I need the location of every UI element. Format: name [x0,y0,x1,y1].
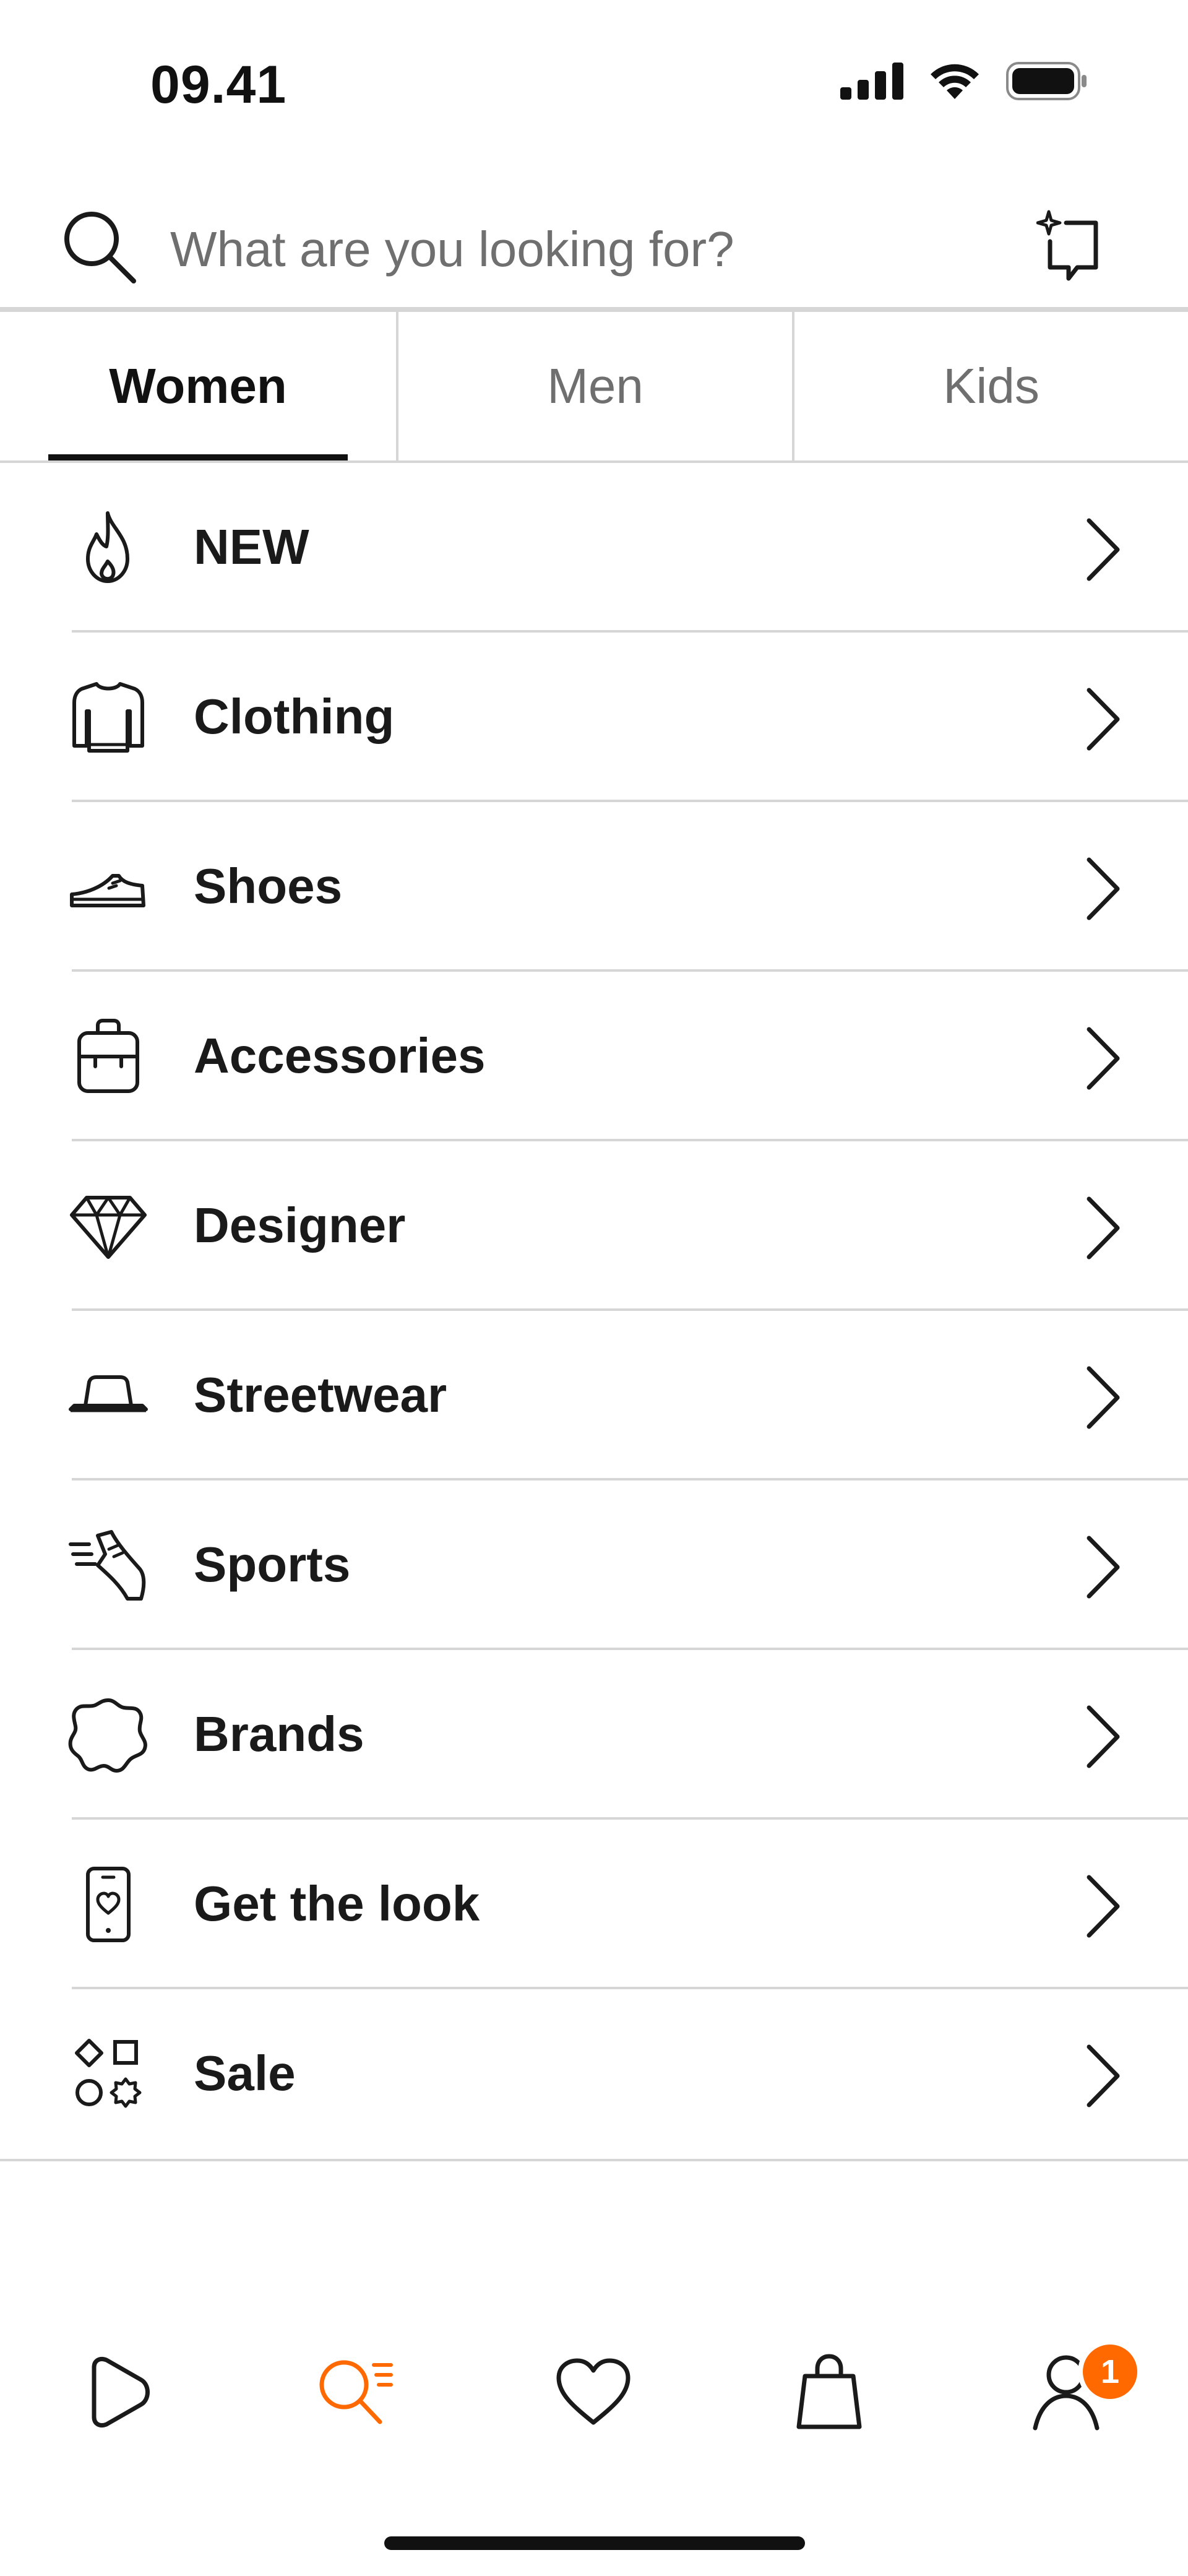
wifi-icon [928,62,981,100]
bottom-nav: 1 [0,2340,1188,2470]
category-label: Brands [194,1706,364,1761]
cellular-signal-icon [840,63,903,100]
category-item-brands[interactable]: Brands [0,1650,1188,1820]
nav-bag[interactable] [783,2346,876,2439]
diamond-icon [68,1188,148,1264]
search-icon[interactable] [61,208,137,288]
battery-icon [1006,62,1088,100]
chevron-right-icon [1080,1533,1124,1604]
chevron-right-icon [1080,1194,1124,1265]
chevron-right-icon [1080,1872,1124,1943]
chevron-right-icon [1080,1364,1124,1435]
category-item-sale[interactable]: Sale [0,1989,1188,2159]
play-icon [79,2355,153,2429]
category-item-streetwear[interactable]: Streetwear [0,1311,1188,1480]
category-label: Streetwear [194,1367,447,1422]
notification-badge: 1 [1078,2340,1142,2404]
shapes-icon [68,2036,148,2112]
nav-discover[interactable] [70,2346,163,2439]
chevron-right-icon [1080,516,1124,587]
sneaker-icon [68,849,148,925]
category-item-sports[interactable]: Sports [0,1480,1188,1650]
phone-heart-icon [68,1866,148,1943]
category-label: Sale [194,2046,296,2101]
category-item-clothing[interactable]: Clothing [0,633,1188,802]
home-indicator[interactable] [384,2536,805,2550]
flame-icon [68,509,148,586]
heart-icon [555,2357,632,2427]
bucket-hat-icon [68,1357,148,1434]
category-item-new[interactable]: NEW [0,463,1188,633]
running-shoe-icon [68,1527,148,1604]
nav-wishlist[interactable] [547,2346,640,2439]
category-list: NEW Clothing Shoes Accessories Designer … [0,463,1188,2161]
category-label: NEW [194,519,309,574]
nav-categories[interactable] [308,2346,401,2439]
category-item-get-the-look[interactable]: Get the look [0,1820,1188,1989]
chevron-right-icon [1080,2042,1124,2113]
tab-men[interactable]: Men [396,312,792,460]
category-label: Get the look [194,1876,480,1931]
tab-women[interactable]: Women [0,312,396,460]
nav-profile[interactable]: 1 [1021,2340,1142,2439]
chevron-right-icon [1080,855,1124,926]
category-item-designer[interactable]: Designer [0,1141,1188,1311]
category-item-shoes[interactable]: Shoes [0,802,1188,972]
search-input[interactable] [170,215,975,283]
backpack-icon [68,1018,148,1095]
badge-icon [68,1696,148,1773]
tab-kids[interactable]: Kids [792,312,1188,460]
sweater-icon [68,679,148,756]
status-icons [840,62,1088,100]
search-bar [0,186,1188,312]
category-label: Shoes [194,858,343,914]
category-item-accessories[interactable]: Accessories [0,972,1188,1141]
chevron-right-icon [1080,685,1124,756]
gender-tabs: Women Men Kids [0,312,1188,463]
status-time: 09.41 [150,55,287,115]
search-list-icon [314,2355,395,2429]
category-label: Accessories [194,1028,486,1083]
category-label: Clothing [194,689,395,744]
ai-search-icon[interactable] [1036,209,1104,287]
chevron-right-icon [1080,1703,1124,1774]
status-bar: 09.41 [0,0,1188,167]
shopping-bag-icon [795,2354,863,2431]
chevron-right-icon [1080,1024,1124,1096]
category-label: Designer [194,1198,406,1253]
category-label: Sports [194,1537,351,1592]
